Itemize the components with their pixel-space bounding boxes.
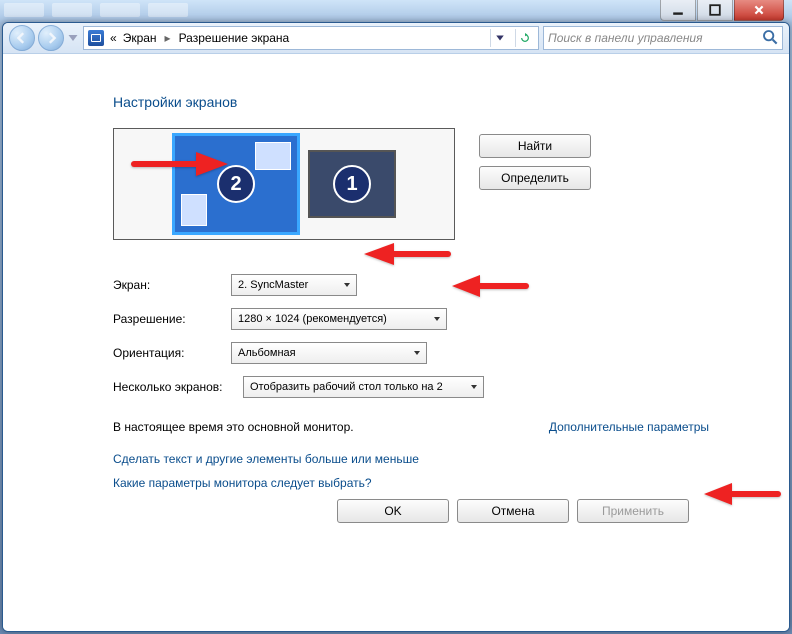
control-panel-window: « Экран ▸ Разрешение экрана Поиск в пане…: [2, 22, 790, 632]
history-dropdown-icon[interactable]: [67, 25, 79, 51]
identify-button[interactable]: Определить: [479, 166, 591, 190]
chevron-down-icon: [410, 345, 424, 361]
multi-label: Несколько экранов:: [113, 380, 243, 394]
address-bar: « Экран ▸ Разрешение экрана Поиск в пане…: [3, 23, 789, 54]
window-controls: [659, 0, 784, 22]
chevron-down-icon: [467, 379, 481, 395]
window-thumbnail-icon: [181, 194, 207, 226]
window-thumbnail-icon: [255, 142, 291, 170]
cancel-button[interactable]: Отмена: [457, 499, 569, 523]
dialog-buttons: OK Отмена Применить: [337, 499, 689, 523]
chevron-down-icon: [430, 311, 444, 327]
chevron-right-icon: ▸: [163, 31, 173, 45]
breadcrumb-prefix: «: [110, 31, 117, 45]
text-size-link[interactable]: Сделать текст и другие элементы больше и…: [113, 452, 709, 466]
monitor-preview[interactable]: 2 1: [113, 128, 455, 240]
control-panel-icon: [88, 30, 104, 46]
advanced-settings-link[interactable]: Дополнительные параметры: [549, 420, 709, 434]
close-button[interactable]: [734, 0, 784, 21]
refresh-icon[interactable]: [515, 29, 534, 47]
find-button[interactable]: Найти: [479, 134, 591, 158]
resolution-label: Разрешение:: [113, 312, 231, 326]
content-area: Настройки экранов 2 1 Найти: [3, 54, 789, 631]
monitor-number: 1: [333, 165, 371, 203]
forward-button[interactable]: [38, 25, 64, 51]
breadcrumb-item-display[interactable]: Экран: [123, 31, 157, 45]
monitor-1[interactable]: 1: [308, 150, 396, 218]
breadcrumb-box[interactable]: « Экран ▸ Разрешение экрана: [83, 26, 539, 50]
breadcrumb-item-resolution[interactable]: Разрешение экрана: [179, 31, 290, 45]
maximize-button[interactable]: [697, 0, 733, 21]
search-placeholder: Поиск в панели управления: [548, 31, 762, 45]
search-icon[interactable]: [762, 29, 778, 48]
display-dropdown[interactable]: 2. SyncMaster: [231, 274, 357, 296]
address-dropdown-icon[interactable]: [490, 29, 509, 47]
settings-form: Экран: 2. SyncMaster Разрешение: 1280 × …: [113, 274, 709, 398]
apply-button[interactable]: Применить: [577, 499, 689, 523]
chevron-down-icon: [340, 277, 354, 293]
orientation-dropdown[interactable]: Альбомная: [231, 342, 427, 364]
orientation-label: Ориентация:: [113, 346, 231, 360]
which-settings-link[interactable]: Какие параметры монитора следует выбрать…: [113, 476, 709, 490]
page-title: Настройки экранов: [113, 94, 709, 110]
primary-monitor-note: В настоящее время это основной монитор.: [113, 420, 354, 434]
monitor-2[interactable]: 2: [172, 133, 300, 235]
multi-display-dropdown[interactable]: Отобразить рабочий стол только на 2: [243, 376, 484, 398]
minimize-button[interactable]: [660, 0, 696, 21]
back-button[interactable]: [9, 25, 35, 51]
display-label: Экран:: [113, 278, 231, 292]
search-input[interactable]: Поиск в панели управления: [543, 26, 783, 50]
monitor-number: 2: [217, 165, 255, 203]
ok-button[interactable]: OK: [337, 499, 449, 523]
resolution-dropdown[interactable]: 1280 × 1024 (рекомендуется): [231, 308, 447, 330]
